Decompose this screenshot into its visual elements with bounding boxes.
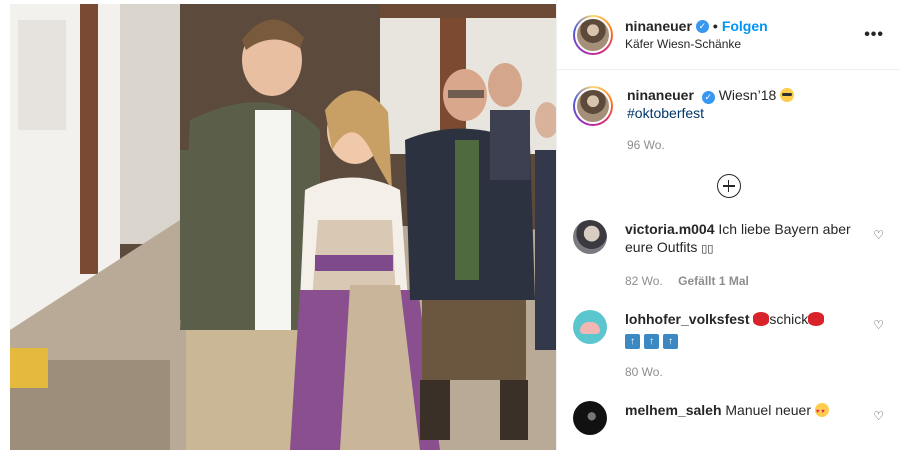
photo-scene [0,0,556,450]
comment-item: victoria.m004 Ich liebe Bayern aber eure… [573,220,884,290]
comment-time[interactable]: 80 Wo. [625,365,663,379]
separator-dot: • [712,18,718,34]
follow-button[interactable]: Folgen [722,18,768,34]
comment-item: lohhofer_volksfest schick ↑ ↑ ↑ 80 Wo. ♡ [573,310,884,381]
caption-avatar[interactable] [573,86,613,126]
more-options-icon[interactable]: ••• [864,26,884,44]
post-header: ninaneuer ✓ • Folgen Käfer Wiesn-Schänke… [557,0,900,70]
author-avatar[interactable] [573,14,613,55]
post-sidebar: ninaneuer ✓ • Folgen Käfer Wiesn-Schänke… [556,0,900,450]
sunglasses-emoji-icon [780,88,795,102]
comment-text: schick [769,311,809,327]
plus-circle-icon[interactable] [716,174,741,198]
comment-text: Manuel neuer [725,402,812,418]
verified-badge-icon: ✓ [695,19,709,33]
commenter-avatar[interactable] [573,310,607,344]
up-arrow-emoji-icon: ↑ [625,334,640,349]
comment-username[interactable]: victoria.m004 [625,221,715,237]
hashtag-link[interactable]: #oktoberfest [627,105,704,121]
verified-badge-icon: ✓ [701,91,715,104]
comment-trailing: ▯▯ [701,243,714,255]
comment-username[interactable]: lohhofer_volksfest [625,311,749,327]
comment-likes[interactable]: Gefällt 1 Mal [678,274,749,288]
caption-username[interactable]: ninaneuer [627,87,694,103]
heart-eyes-emoji-icon [814,403,829,421]
instagram-post-modal: ninaneuer ✓ • Folgen Käfer Wiesn-Schänke… [0,0,900,450]
comment-item: melhem_saleh Manuel neuer ♡ [573,401,884,435]
heart-icon[interactable]: ♡ [873,318,884,332]
comments-section: ninaneuer ✓ Wiesn’18 #oktoberfest 96 Wo.… [557,70,900,435]
caption-text: Wiesn’18 [718,87,777,103]
heart-icon[interactable]: ♡ [873,228,884,242]
caption: ninaneuer ✓ Wiesn’18 #oktoberfest 96 Wo. [573,86,884,154]
post-photo[interactable] [0,0,556,450]
comment-username[interactable]: melhem_saleh [625,402,722,418]
author-username[interactable]: ninaneuer [625,18,692,34]
comment-time[interactable]: 82 Wo. [625,274,663,288]
lips-emoji-icon [808,312,825,326]
lips-emoji-icon [753,312,770,326]
heart-icon[interactable]: ♡ [873,409,884,423]
commenter-avatar[interactable] [573,401,607,435]
caption-time[interactable]: 96 Wo. [627,138,665,152]
load-more-comments[interactable] [573,174,884,198]
up-arrow-emoji-icon: ↑ [644,334,659,349]
up-arrow-emoji-icon: ↑ [663,334,678,349]
location-link[interactable]: Käfer Wiesn-Schänke [625,37,864,51]
commenter-avatar[interactable] [573,220,607,254]
